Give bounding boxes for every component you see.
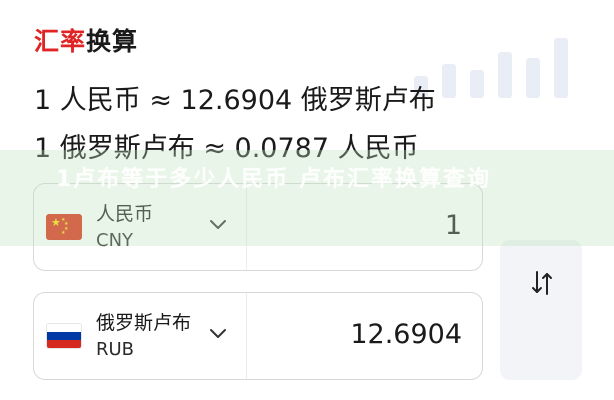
swap-arrows-icon[interactable] (528, 268, 556, 298)
rate-line-rub-to-cny: 1 俄罗斯卢布 ≈ 0.0787 人民币 (34, 133, 419, 164)
to-currency-selector[interactable]: 俄罗斯卢布 RUB (34, 293, 247, 379)
from-currency-selector[interactable]: ★ ★ ★ ★ ★ 人民币 CNY (34, 184, 247, 270)
china-flag-icon: ★ ★ ★ ★ ★ (46, 214, 82, 240)
to-currency-code: RUB (96, 339, 135, 360)
from-currency-code: CNY (96, 230, 134, 251)
swap-panel (500, 240, 582, 380)
from-currency-card: ★ ★ ★ ★ ★ 人民币 CNY 1 (33, 183, 483, 271)
page-title: 汇率换算 (34, 22, 138, 58)
chevron-down-icon[interactable] (208, 323, 228, 343)
to-currency-card: 俄罗斯卢布 RUB 12.6904 (33, 292, 483, 380)
russia-flag-icon (46, 323, 82, 349)
from-amount-input[interactable]: 1 (445, 210, 462, 241)
rate-line-cny-to-rub: 1 人民币 ≈ 12.6904 俄罗斯卢布 (34, 85, 436, 116)
to-amount-output[interactable]: 12.6904 (350, 319, 462, 350)
title-rest: 换算 (86, 27, 139, 56)
title-highlight: 汇率 (34, 27, 87, 56)
to-currency-name: 俄罗斯卢布 (96, 312, 192, 334)
from-currency-name: 人民币 (96, 203, 154, 225)
chevron-down-icon[interactable] (208, 214, 228, 234)
background-chart-decoration (414, 28, 574, 98)
